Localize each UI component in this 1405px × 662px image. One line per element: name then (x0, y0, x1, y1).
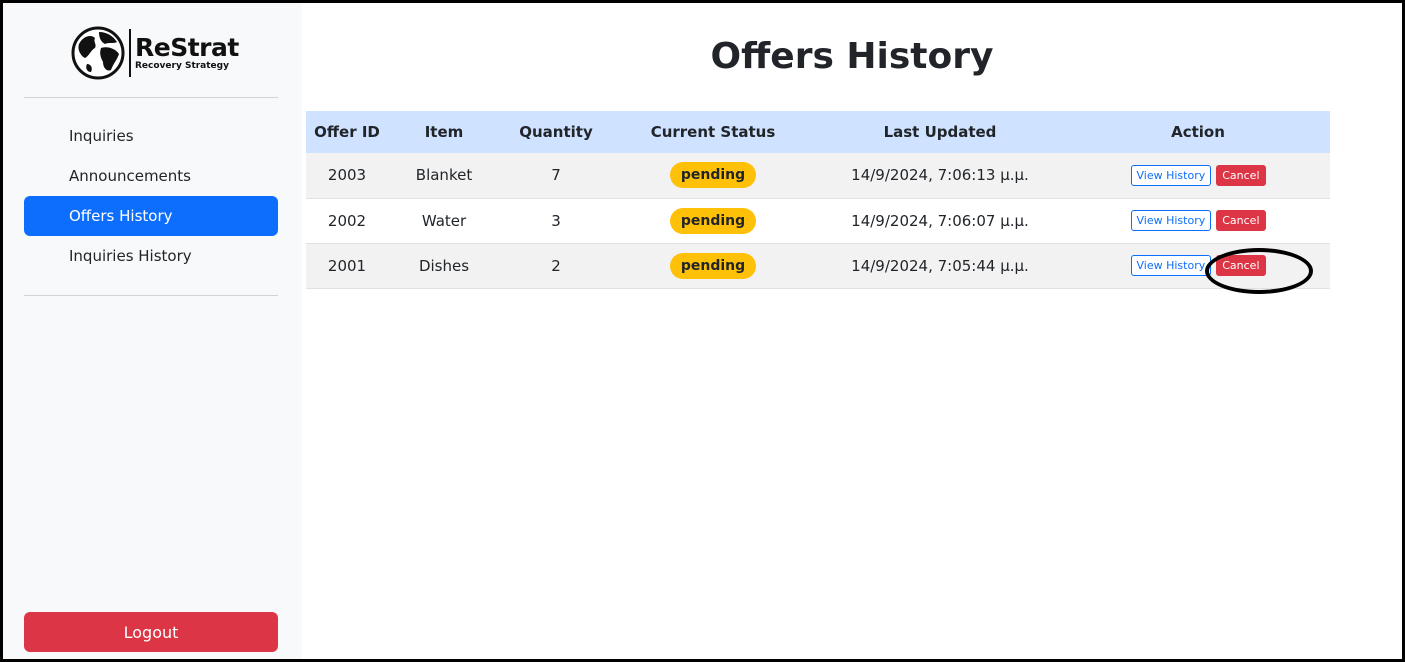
restrat-logo: ReStrat Recovery Strategy (71, 23, 239, 83)
globe-icon (71, 26, 125, 80)
column-header-item: Item (424, 123, 464, 141)
status-cell: pending (612, 198, 814, 243)
table-header-row: Offer ID Item Quantity Current Status La… (306, 111, 1330, 153)
view-history-button[interactable]: View History (1130, 164, 1212, 186)
app-frame: ReStrat Recovery Strategy Inquiries Anno… (3, 3, 1402, 659)
item-cell: Water (421, 211, 467, 230)
page-title: Offers History (710, 36, 994, 77)
column-header-quantity: Quantity (519, 123, 593, 141)
quantity-cell: 3 (551, 211, 561, 230)
sidebar-nav: Inquiries Announcements Offers History I… (24, 116, 278, 276)
status-badge: pending (669, 207, 757, 234)
sidebar: ReStrat Recovery Strategy Inquiries Anno… (3, 3, 302, 659)
sidebar-item-announcements[interactable]: Announcements (24, 156, 278, 196)
view-history-button[interactable]: View History (1130, 210, 1212, 231)
sidebar-item-offers-history[interactable]: Offers History (24, 196, 278, 236)
last-updated-cell: 14/9/2024, 7:05:44 μ.μ. (851, 256, 1029, 275)
cancel-button[interactable]: Cancel (1216, 164, 1266, 186)
table-row: 2003 Blanket 7 pending 14/9/2024, 7:06:1… (306, 153, 1330, 198)
item-cell: Blanket (415, 166, 473, 185)
column-header-offer-id: Offer ID (314, 123, 380, 141)
status-badge: pending (669, 162, 757, 189)
status-cell: pending (612, 243, 814, 288)
sidebar-item-inquiries[interactable]: Inquiries (24, 116, 278, 156)
last-updated-cell: 14/9/2024, 7:06:07 μ.μ. (851, 211, 1029, 230)
action-cell: View History Cancel (1066, 243, 1330, 288)
brand-name: ReStrat (135, 33, 239, 62)
status-badge: pending (669, 252, 757, 279)
view-history-button[interactable]: View History (1130, 255, 1212, 276)
action-cell: View History Cancel (1066, 153, 1330, 198)
last-updated-cell: 14/9/2024, 7:06:13 μ.μ. (851, 166, 1029, 185)
brand-tagline: Recovery Strategy (135, 61, 229, 71)
cancel-button[interactable]: Cancel (1216, 255, 1266, 276)
column-header-current-status: Current Status (650, 123, 776, 141)
quantity-cell: 2 (551, 256, 561, 275)
table-row: 2001 Dishes 2 pending 14/9/2024, 7:05:44… (306, 243, 1330, 288)
column-header-action: Action (1171, 123, 1225, 141)
sidebar-item-inquiries-history[interactable]: Inquiries History (24, 236, 278, 276)
quantity-cell: 7 (551, 166, 561, 185)
main-content: Offers History Offer ID Item Quantity Cu… (302, 3, 1402, 659)
action-cell: View History Cancel (1066, 198, 1330, 243)
offer-id-cell: 2003 (327, 166, 367, 185)
table-row: 2002 Water 3 pending 14/9/2024, 7:06:07 … (306, 198, 1330, 243)
sidebar-divider-top (24, 97, 278, 98)
logout-button[interactable]: Logout (24, 612, 278, 652)
logo-divider (129, 29, 131, 77)
column-header-last-updated: Last Updated (883, 123, 997, 141)
sidebar-divider-bottom (24, 295, 278, 296)
item-cell: Dishes (418, 256, 470, 275)
cancel-button[interactable]: Cancel (1216, 210, 1266, 231)
offer-id-cell: 2002 (327, 211, 367, 230)
offer-id-cell: 2001 (327, 256, 367, 275)
status-cell: pending (612, 153, 814, 198)
offers-table: Offer ID Item Quantity Current Status La… (306, 111, 1330, 289)
